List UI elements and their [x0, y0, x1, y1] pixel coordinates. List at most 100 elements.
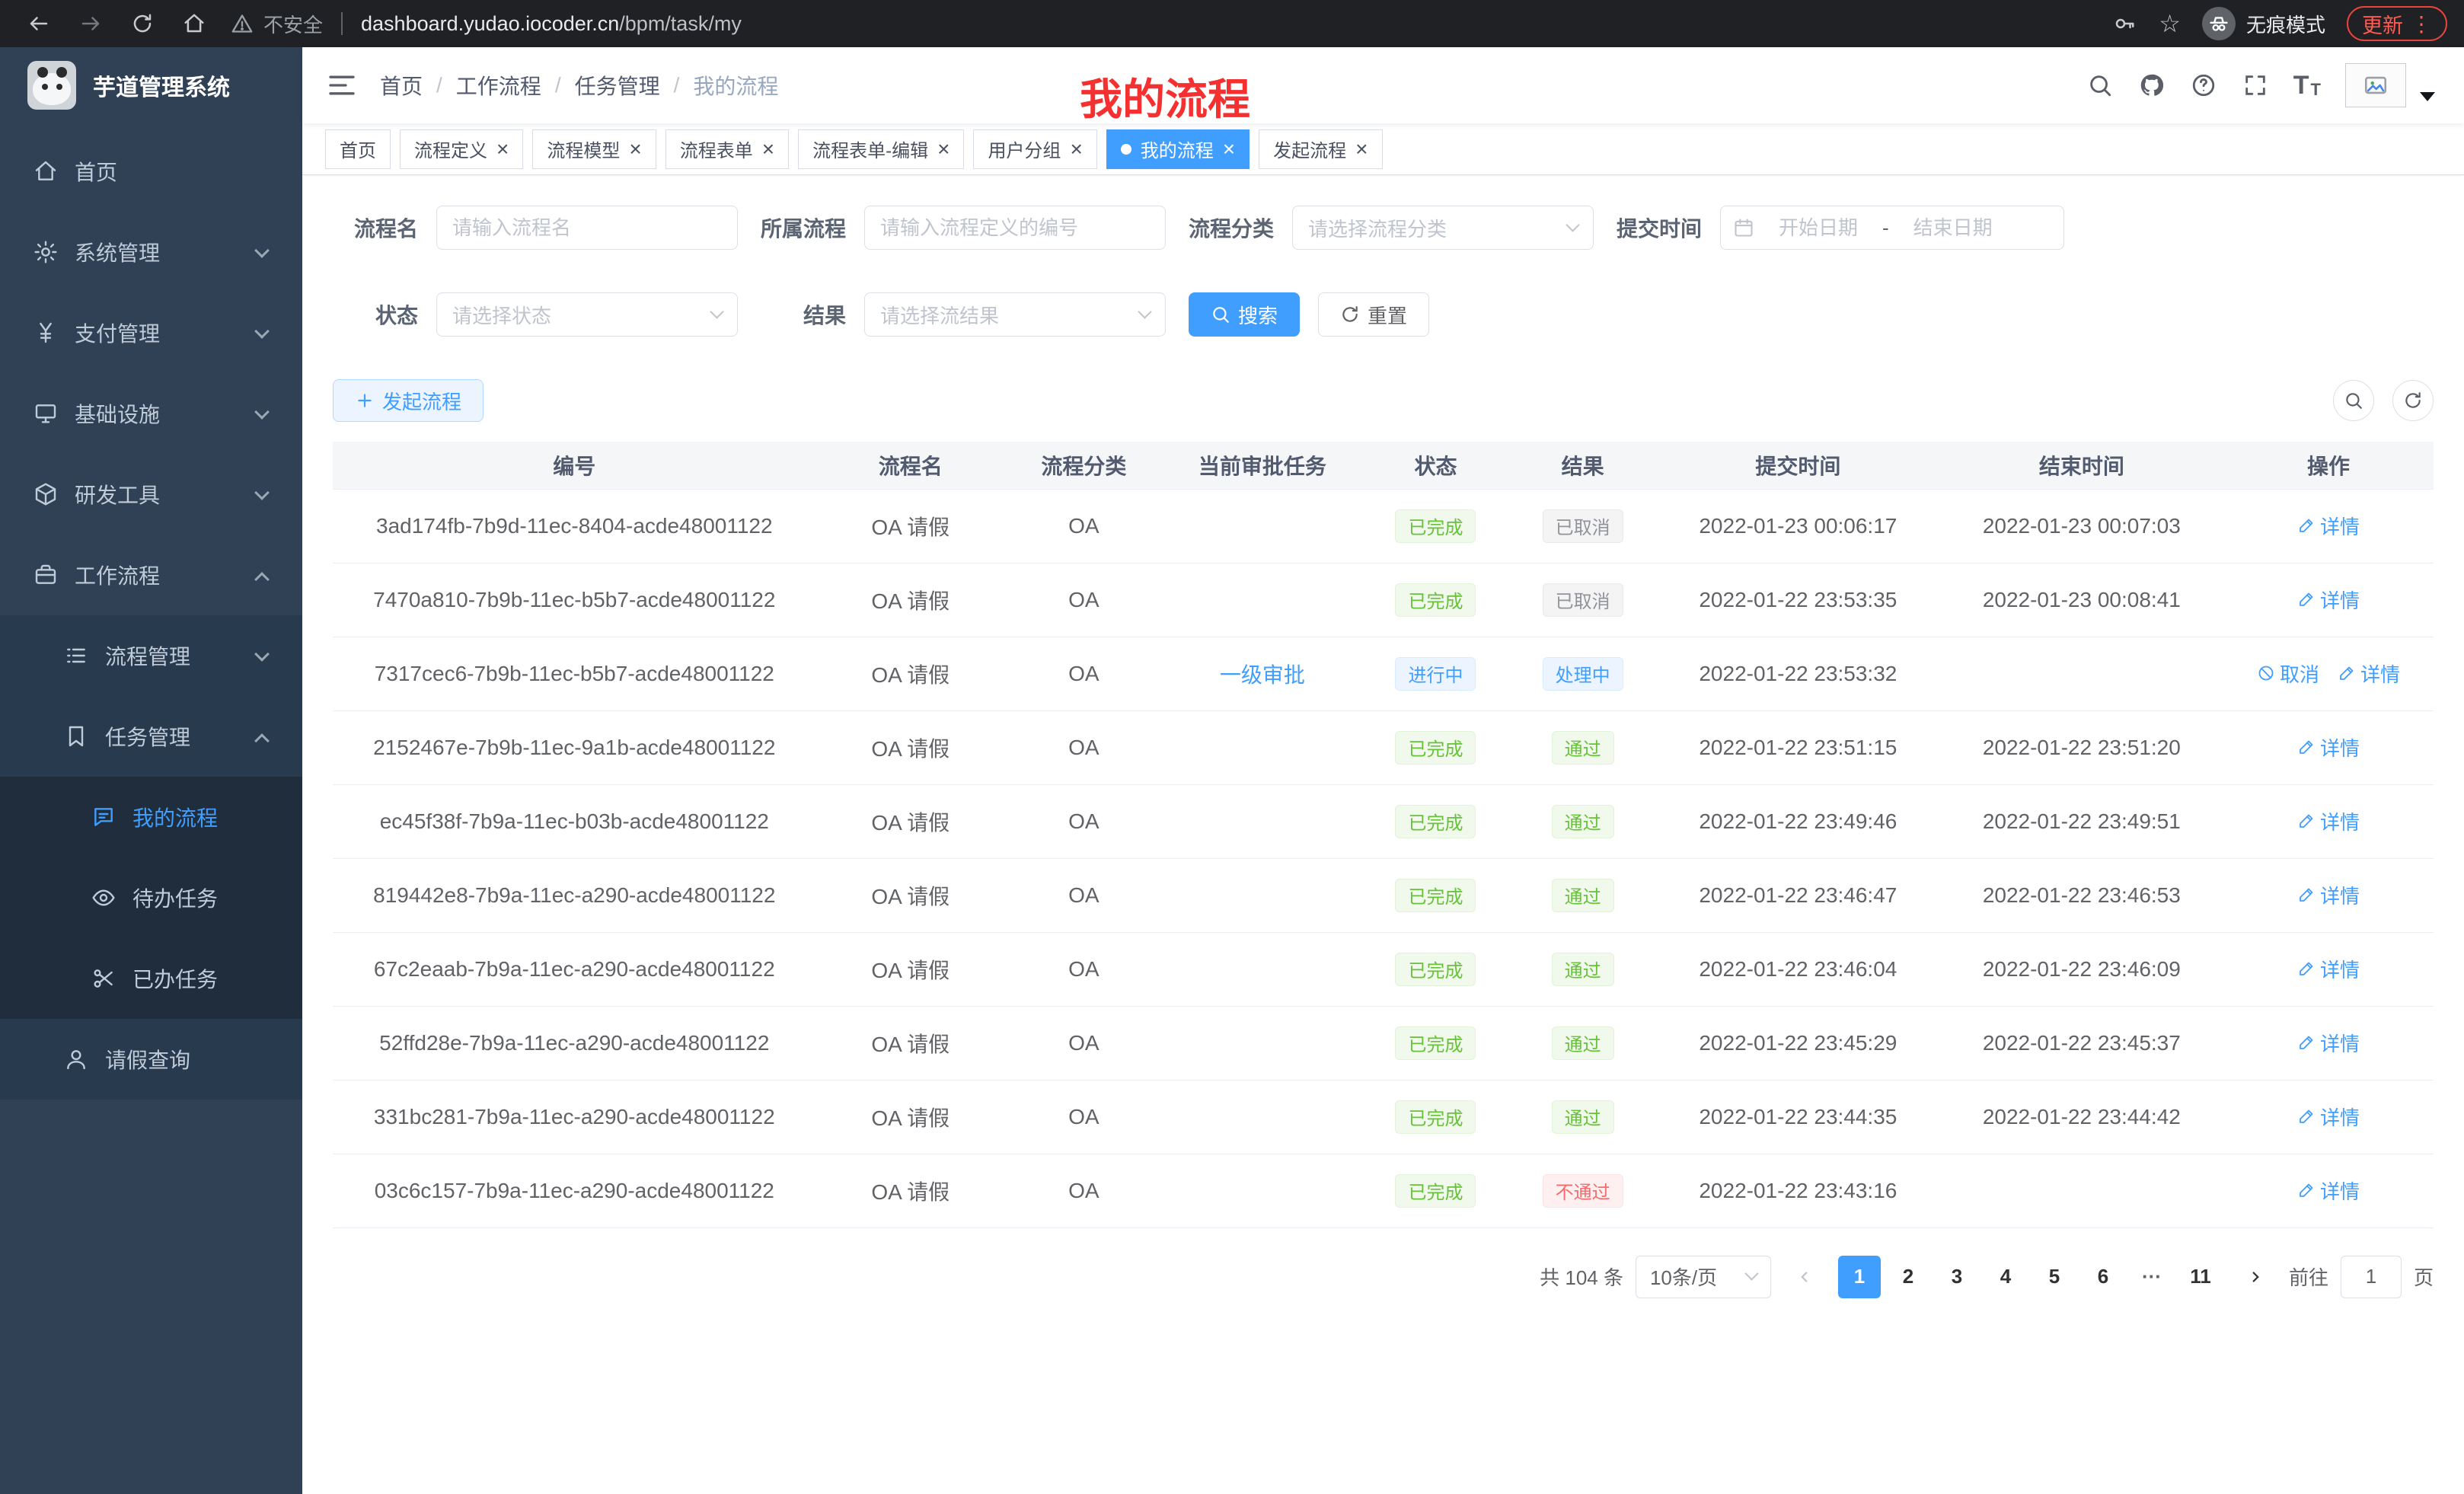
- sidebar-item[interactable]: 工作流程: [0, 535, 302, 615]
- pagination-pages: 123456···11: [1838, 1256, 2222, 1298]
- caret-down-icon[interactable]: [2420, 92, 2435, 101]
- github-icon[interactable]: [2138, 72, 2166, 99]
- close-icon[interactable]: ×: [762, 139, 774, 160]
- font-size-icon[interactable]: TT: [2293, 72, 2321, 98]
- cell-result: 通过: [1509, 932, 1656, 1006]
- sidebar-item[interactable]: 系统管理: [0, 212, 302, 292]
- search-button[interactable]: 搜索: [1189, 292, 1300, 337]
- avatar[interactable]: [2345, 63, 2406, 107]
- cell-status: 已完成: [1362, 710, 1509, 784]
- prev-page-button[interactable]: [1783, 1256, 1826, 1298]
- refresh-table-button[interactable]: [2392, 380, 2434, 421]
- sidebar-item[interactable]: 支付管理: [0, 292, 302, 373]
- result-select[interactable]: 请选择流结果: [864, 292, 1166, 337]
- close-icon[interactable]: ×: [1223, 139, 1235, 160]
- app-logo[interactable]: 芋道管理系统: [0, 47, 302, 123]
- page-button[interactable]: 2: [1887, 1256, 1929, 1298]
- breadcrumb-item[interactable]: 首页: [380, 70, 423, 101]
- page-button[interactable]: 5: [2033, 1256, 2076, 1298]
- detail-link[interactable]: 详情: [2297, 881, 2360, 909]
- detail-link[interactable]: 详情: [2338, 659, 2400, 688]
- tab-item[interactable]: 流程定义×: [400, 129, 523, 169]
- cell-category: OA: [1005, 637, 1163, 710]
- tab-item[interactable]: 我的流程×: [1106, 129, 1250, 169]
- result-tag: 通过: [1552, 953, 1614, 986]
- browser-menu-icon[interactable]: ⋮: [2411, 11, 2432, 37]
- security-label: 不安全: [263, 10, 323, 38]
- page-button[interactable]: 11: [2179, 1256, 2222, 1298]
- help-icon[interactable]: [2190, 72, 2217, 99]
- next-page-button[interactable]: [2234, 1256, 2277, 1298]
- close-icon[interactable]: ×: [629, 139, 641, 160]
- detail-link[interactable]: 详情: [2297, 1029, 2360, 1057]
- tab-item[interactable]: 首页: [325, 129, 391, 169]
- sidebar-item[interactable]: 任务管理: [0, 696, 302, 777]
- date-start-input[interactable]: [1762, 216, 1875, 240]
- tab-item[interactable]: 用户分组×: [973, 129, 1096, 169]
- cell-actions: 详情: [2223, 1006, 2434, 1080]
- detail-link[interactable]: 详情: [2297, 807, 2360, 835]
- close-icon[interactable]: ×: [496, 139, 509, 160]
- breadcrumb-item[interactable]: 工作流程: [456, 70, 541, 101]
- pagination-total: 共 104 条: [1540, 1263, 1623, 1291]
- process-input[interactable]: [864, 206, 1166, 250]
- sidebar-item[interactable]: 研发工具: [0, 454, 302, 535]
- reset-button[interactable]: 重置: [1318, 292, 1429, 337]
- page-button[interactable]: 6: [2082, 1256, 2124, 1298]
- search-icon: [2344, 391, 2363, 410]
- sidebar-item[interactable]: 已办任务: [0, 938, 302, 1019]
- page-button[interactable]: 4: [1984, 1256, 2027, 1298]
- page-size-select[interactable]: 10条/页: [1636, 1256, 1771, 1298]
- browser-reload-icon[interactable]: [129, 11, 155, 37]
- page-button[interactable]: 3: [1936, 1256, 1978, 1298]
- detail-link[interactable]: 详情: [2297, 512, 2360, 540]
- sidebar-item[interactable]: 基础设施: [0, 373, 302, 454]
- browser-forward-icon[interactable]: [78, 11, 104, 37]
- detail-link[interactable]: 详情: [2297, 1103, 2360, 1131]
- browser-home-icon[interactable]: [181, 11, 207, 37]
- page-button[interactable]: 1: [1838, 1256, 1881, 1298]
- date-range-picker[interactable]: -: [1720, 206, 2064, 250]
- close-icon[interactable]: ×: [937, 139, 950, 160]
- category-placeholder: 请选择流程分类: [1308, 214, 1447, 242]
- sidebar-item[interactable]: 待办任务: [0, 857, 302, 938]
- current-task-link[interactable]: 一级审批: [1220, 663, 1305, 687]
- bookmark-star-icon[interactable]: ☆: [2159, 9, 2181, 38]
- app-title: 芋道管理系统: [93, 69, 230, 102]
- cancel-link[interactable]: 取消: [2257, 659, 2319, 688]
- detail-link[interactable]: 详情: [2297, 955, 2360, 983]
- sidebar-item[interactable]: 请假查询: [0, 1019, 302, 1100]
- cell-status: 已完成: [1362, 784, 1509, 858]
- hamburger-icon[interactable]: [327, 70, 357, 101]
- close-icon[interactable]: ×: [1070, 139, 1082, 160]
- detail-link[interactable]: 详情: [2297, 733, 2360, 761]
- status-select[interactable]: 请选择状态: [436, 292, 738, 337]
- name-input[interactable]: [436, 206, 738, 250]
- search-icon[interactable]: [2086, 72, 2114, 99]
- tab-item[interactable]: 流程表单×: [665, 129, 789, 169]
- close-icon[interactable]: ×: [1355, 139, 1368, 160]
- tab-item[interactable]: 流程表单-编辑×: [798, 129, 964, 169]
- browser-chrome: 不安全 dashboard.yudao.iocoder.cn/bpm/task/…: [0, 0, 2464, 47]
- sidebar-item[interactable]: 流程管理: [0, 615, 302, 696]
- tab-item[interactable]: 发起流程×: [1259, 129, 1382, 169]
- breadcrumb-item[interactable]: 任务管理: [575, 70, 660, 101]
- toggle-search-button[interactable]: [2333, 380, 2374, 421]
- address-bar[interactable]: 不安全 dashboard.yudao.iocoder.cn/bpm/task/…: [216, 10, 2111, 38]
- date-end-input[interactable]: [1897, 216, 2009, 240]
- browser-back-icon[interactable]: [26, 11, 52, 37]
- cell-actions: 详情: [2223, 563, 2434, 637]
- cell-name: OA 请假: [816, 489, 1005, 563]
- sidebar-item[interactable]: 我的流程: [0, 777, 302, 857]
- goto-page-input[interactable]: [2341, 1256, 2402, 1298]
- sidebar-item[interactable]: 首页: [0, 131, 302, 212]
- browser-update-button[interactable]: 更新 ⋮: [2347, 6, 2447, 41]
- fullscreen-icon[interactable]: [2242, 72, 2269, 99]
- tab-item[interactable]: 流程模型×: [532, 129, 656, 169]
- detail-link[interactable]: 详情: [2297, 586, 2360, 614]
- category-select[interactable]: 请选择流程分类: [1292, 206, 1594, 250]
- key-icon[interactable]: [2111, 11, 2137, 37]
- breadcrumb: 首页/工作流程/任务管理/我的流程: [380, 70, 778, 101]
- create-process-button[interactable]: 发起流程: [333, 379, 484, 422]
- detail-link[interactable]: 详情: [2297, 1176, 2360, 1205]
